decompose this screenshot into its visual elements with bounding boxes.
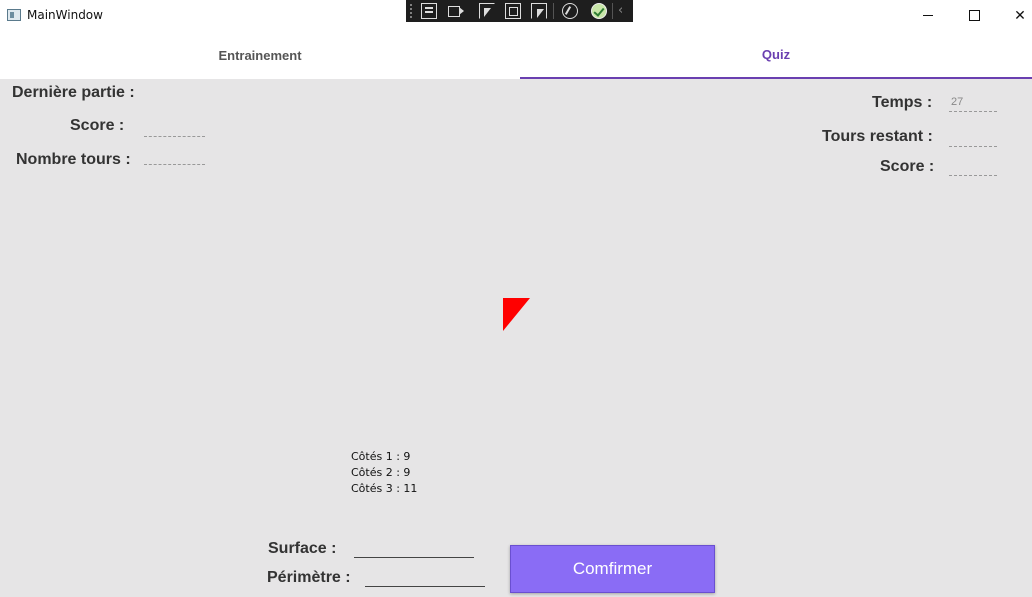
triangle-polygon — [503, 298, 530, 331]
grip-icon[interactable] — [409, 3, 413, 19]
collapse-icon[interactable]: ‹ — [618, 3, 634, 19]
perimeter-label: Périmètre : — [267, 569, 351, 586]
display-layout-adorners-icon[interactable] — [505, 3, 521, 19]
time-field: 27 — [949, 96, 997, 112]
live-tree-icon[interactable] — [421, 3, 437, 19]
hot-reload-icon[interactable] — [562, 3, 578, 19]
last-game-label: Dernière partie : — [12, 84, 135, 101]
side-1-text: Côtés 1 : 9 — [351, 450, 411, 463]
confirm-button[interactable]: Comfirmer — [510, 545, 715, 593]
tab-entrainement[interactable]: Entrainement — [0, 31, 520, 79]
record-icon[interactable] — [448, 3, 464, 19]
side-2-text: Côtés 2 : 9 — [351, 466, 411, 479]
close-button[interactable]: ✕ — [997, 0, 1032, 31]
last-score-field — [144, 121, 205, 137]
tab-quiz[interactable]: Quiz — [520, 31, 1032, 79]
maximize-button[interactable] — [951, 0, 997, 31]
current-score-label: Score : — [880, 158, 935, 175]
binding-check-icon[interactable] — [591, 3, 607, 19]
tab-bar: Entrainement Quiz — [0, 31, 1032, 79]
surface-input[interactable] — [354, 546, 474, 558]
rounds-count-field — [144, 149, 205, 165]
window-title: MainWindow — [27, 8, 103, 22]
side-3-text: Côtés 3 : 11 — [351, 482, 418, 495]
track-focus-icon[interactable] — [531, 3, 547, 19]
last-score-label: Score : — [70, 117, 125, 134]
select-element-icon[interactable] — [479, 3, 495, 19]
debug-toolbar: ‹ — [406, 0, 633, 22]
perimeter-input[interactable] — [365, 575, 485, 587]
rounds-remaining-field — [949, 131, 997, 147]
rounds-count-label: Nombre tours : — [16, 151, 131, 168]
time-label: Temps : — [872, 94, 933, 111]
current-score-field — [949, 160, 997, 176]
app-icon — [7, 9, 21, 21]
minimize-button[interactable] — [905, 0, 951, 31]
toolbar-separator — [612, 3, 613, 19]
side-lengths: Côtés 1 : 9 Côtés 2 : 9 Côtés 3 : 11 — [351, 449, 417, 497]
rounds-remaining-label: Tours restant : — [822, 128, 933, 145]
surface-label: Surface : — [268, 540, 337, 557]
quiz-panel: Dernière partie : Score : Nombre tours :… — [0, 79, 1032, 597]
toolbar-separator — [553, 3, 554, 19]
triangle-shape — [503, 298, 530, 331]
